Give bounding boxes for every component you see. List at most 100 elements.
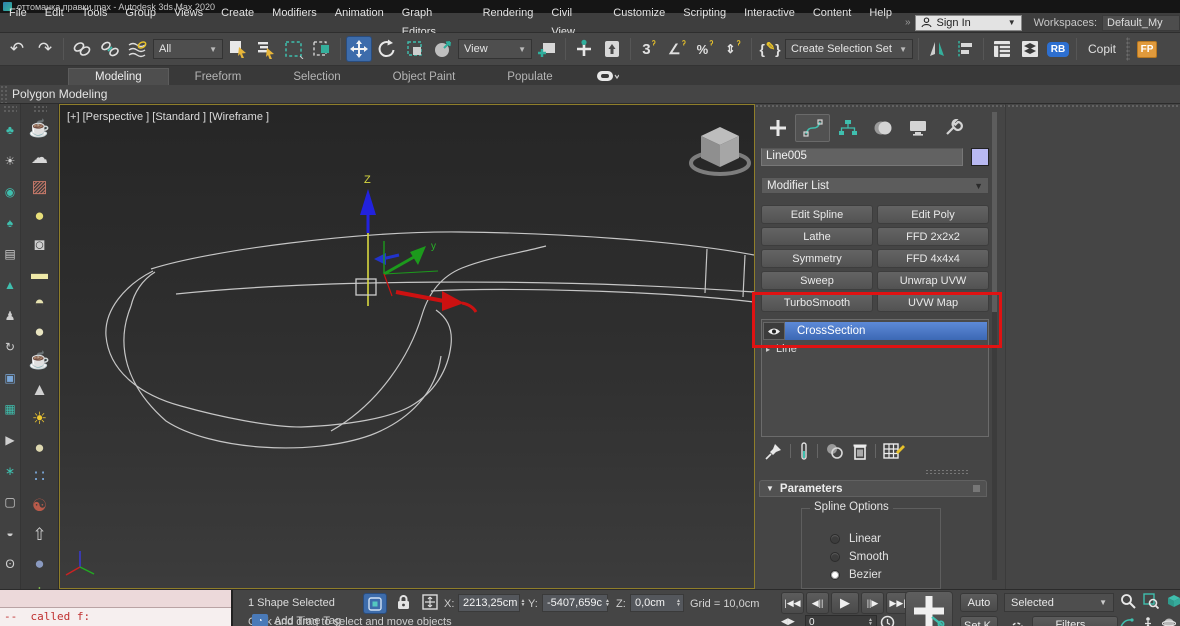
z-coord-field[interactable]: 0,0cm ▲▼ [630, 594, 684, 612]
copitor-button[interactable]: Copit [1082, 42, 1122, 56]
tab-hierarchy[interactable] [830, 114, 865, 142]
figure-icon[interactable]: ♟ [5, 300, 16, 331]
panel-icon[interactable]: ▢ [4, 486, 15, 517]
rotate-icon[interactable]: ↻ [5, 331, 15, 362]
use-pivot-point-icon[interactable] [534, 36, 560, 62]
fp-plugin-button[interactable]: FP [1134, 36, 1160, 62]
ribbon-minimize-button[interactable] [597, 71, 619, 82]
redo-button[interactable]: ↷ [32, 36, 58, 62]
key-filter-dropdown[interactable]: Selected ▼ [1004, 593, 1114, 612]
snaps-toggle-3d-button[interactable]: 3ˀ [636, 36, 662, 62]
edit-spline-button[interactable]: Edit Spline [761, 205, 873, 224]
tab-modify[interactable] [795, 114, 830, 142]
object-name-field[interactable]: Line005 [761, 148, 963, 166]
blue-box-icon[interactable]: ▣ [4, 362, 15, 393]
ribbon-tab-freeform[interactable]: Freeform [169, 69, 268, 85]
zoom-all-icon[interactable] [1143, 593, 1159, 609]
tree-icon[interactable]: ▲ [4, 269, 16, 300]
edit-poly-button[interactable]: Edit Poly [877, 205, 989, 224]
selection-filter-dropdown[interactable]: All ▼ [153, 39, 223, 59]
ffd-2x2x2-button[interactable]: FFD 2x2x2 [877, 227, 989, 246]
orbit-icon[interactable] [1162, 617, 1176, 626]
layer-explorer-icon[interactable] [1017, 36, 1043, 62]
wire-teapot-icon[interactable]: ☕ [29, 346, 50, 375]
radio-circle-icon[interactable] [830, 534, 840, 544]
polygon-modeling-panel-label[interactable]: Polygon Modeling [8, 87, 107, 101]
previous-frame-button[interactable]: ◀|| [806, 592, 829, 614]
ribbon-tab-object-paint[interactable]: Object Paint [367, 69, 482, 85]
expand-arrow-icon[interactable]: ▸ [766, 345, 770, 354]
select-and-rotate-icon[interactable] [374, 36, 400, 62]
maxscript-mini-listener[interactable]: -- called f: [0, 590, 233, 626]
ribbon-grip[interactable] [0, 85, 8, 103]
sphere-icon[interactable]: ● [34, 317, 44, 346]
current-frame-field[interactable]: 0 ▲▼ [805, 615, 877, 626]
macro-recorder-pane[interactable] [0, 590, 231, 608]
set-key-button[interactable]: Set K. [960, 616, 998, 626]
teapot-icon[interactable]: ☕ [29, 114, 50, 143]
tab-display[interactable] [900, 114, 935, 142]
ribbon-tab-populate[interactable]: Populate [481, 69, 578, 85]
add-time-tag[interactable]: ◔ Add Time Tag [252, 614, 341, 626]
bulb-icon[interactable]: ʘ [5, 548, 14, 579]
spinner-arrows-icon[interactable]: ▲▼ [517, 599, 525, 607]
teapot-outline-icon[interactable]: ◒ [6, 517, 13, 548]
set-keys-button[interactable] [905, 591, 953, 626]
align-icon[interactable] [952, 36, 978, 62]
undo-button[interactable]: ↶ [4, 36, 30, 62]
film-camera-icon[interactable]: ◙ [34, 230, 44, 259]
scene-explorer-icon[interactable] [989, 36, 1015, 62]
perspective-viewport[interactable]: Z y [59, 104, 755, 589]
select-and-move-button[interactable] [346, 36, 372, 62]
x-coord-field[interactable]: 2213,25cm ▲▼ [458, 594, 520, 612]
radio-smooth[interactable]: Smooth [830, 551, 889, 563]
keyboard-shortcut-override-icon[interactable] [599, 36, 625, 62]
play-panel-icon[interactable]: ▶ [5, 424, 14, 455]
viewport-canvas[interactable]: Z y [60, 105, 754, 588]
sweep-button[interactable]: Sweep [761, 271, 873, 290]
object-color-swatch[interactable] [971, 148, 989, 166]
radio-circle-icon[interactable] [830, 552, 840, 562]
y-coord-field[interactable]: -5407,659c ▲▼ [542, 594, 608, 612]
listener-pane[interactable]: -- called f: [0, 608, 231, 626]
angle-snap-toggle-button[interactable]: ∠ˀ [664, 36, 690, 62]
select-and-manipulate-icon[interactable] [571, 36, 597, 62]
rectangular-selection-region-icon[interactable] [281, 36, 307, 62]
unwrap-uvw-button[interactable]: Unwrap UVW [877, 271, 989, 290]
camera-icon[interactable]: ◉ [5, 176, 15, 207]
modifier-list-dropdown[interactable]: Modifier List ▼ [761, 177, 989, 194]
tab-utilities[interactable] [935, 114, 970, 142]
overflow-chevron-icon[interactable]: » [901, 17, 915, 28]
ribbon-tab-modeling[interactable]: Modeling [68, 68, 169, 85]
select-and-link-icon[interactable] [69, 36, 95, 62]
walk-through-icon[interactable] [1143, 617, 1153, 626]
area-light-icon[interactable]: ▬ [31, 259, 48, 288]
camera-export-icon[interactable]: ⇧ [32, 520, 46, 549]
mirror-icon[interactable] [924, 36, 950, 62]
spinner-arrows-icon[interactable]: ▲▼ [868, 618, 873, 626]
scrollbar-thumb[interactable] [992, 112, 997, 312]
spinner-arrows-icon[interactable]: ▲▼ [673, 599, 681, 607]
make-unique-icon[interactable] [825, 442, 845, 460]
stack-item-crosssection[interactable]: CrossSection [763, 322, 987, 340]
radio-linear[interactable]: Linear [830, 533, 881, 545]
tab-create[interactable] [760, 114, 795, 142]
render-frame-icon[interactable]: ▨ [31, 172, 47, 201]
lathe-button[interactable]: Lathe [761, 227, 873, 246]
auto-key-button[interactable]: Auto [960, 593, 998, 612]
sphere-array-icon[interactable]: ∷ [34, 462, 45, 491]
show-end-result-icon[interactable] [798, 442, 810, 460]
go-to-start-button[interactable]: |◀◀ [781, 592, 804, 614]
parameters-rollout-header[interactable]: ▼ Parameters [759, 480, 987, 497]
move-gizmo[interactable]: Z y [356, 174, 476, 312]
rock-icon[interactable]: ● [34, 549, 44, 578]
key-mode-toggle[interactable]: ◀▶ [781, 616, 795, 626]
rollout-splitter[interactable] [925, 469, 969, 474]
radio-circle-icon[interactable] [830, 570, 840, 580]
viewport-header-label[interactable]: [+] [Perspective ] [Standard ] [Wirefram… [67, 111, 269, 123]
toolbar-grip[interactable] [3, 105, 17, 112]
remove-modifier-icon[interactable] [852, 442, 868, 460]
sphere-tan-icon[interactable]: ● [34, 433, 44, 462]
visibility-eye-icon[interactable] [763, 322, 785, 340]
key-filters-gizmo-icon[interactable] [1008, 617, 1026, 626]
